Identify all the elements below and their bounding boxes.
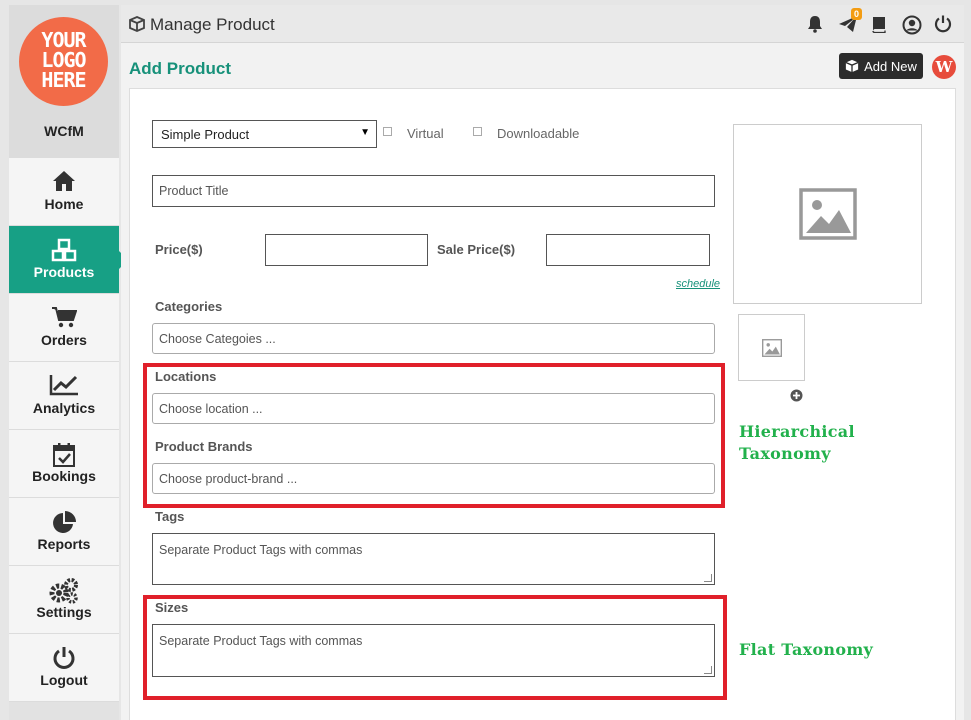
annotation-line: Taxonomy: [739, 444, 831, 463]
sidebar-item-label: Settings: [36, 604, 92, 620]
virtual-checkbox[interactable]: [383, 127, 392, 136]
sale-price-label: Sale Price($): [437, 242, 516, 257]
product-title-input[interactable]: Product Title: [152, 175, 715, 207]
power-icon[interactable]: [934, 15, 954, 35]
book-icon[interactable]: [870, 15, 890, 35]
page-title: Add Product: [129, 59, 231, 78]
sidebar-item-label: Logout: [40, 672, 88, 688]
product-title-placeholder: Product Title: [159, 184, 229, 198]
virtual-label: Virtual: [407, 126, 444, 141]
categories-placeholder: Choose Categoies ...: [159, 331, 276, 346]
sidebar-item-bookings[interactable]: Bookings: [9, 430, 119, 498]
sidebar-item-home[interactable]: Home: [9, 158, 119, 226]
hierarchical-taxonomy-highlight: [143, 363, 725, 508]
sidebar: YOUR LOGO HERE WCfM Home Products Orders…: [9, 5, 128, 720]
categories-select[interactable]: Choose Categoies ...: [152, 323, 715, 354]
flat-taxonomy-highlight: [143, 595, 727, 700]
sidebar-item-logout[interactable]: Logout: [9, 634, 119, 702]
add-gallery-image-icon[interactable]: [790, 389, 803, 402]
chart-line-icon: [9, 362, 119, 400]
paper-plane-icon[interactable]: 0: [838, 8, 862, 35]
sidebar-item-label: Orders: [41, 332, 87, 348]
sale-price-input[interactable]: [546, 234, 710, 266]
cart-icon: [9, 294, 119, 332]
gallery-image-upload[interactable]: [738, 314, 805, 381]
image-placeholder-icon: [798, 188, 857, 240]
store-logo[interactable]: YOUR LOGO HERE: [19, 17, 108, 106]
wordpress-icon[interactable]: W: [932, 55, 956, 79]
sidebar-item-analytics[interactable]: Analytics: [9, 362, 119, 430]
sidebar-item-label: Bookings: [32, 468, 96, 484]
product-type-select[interactable]: Simple Product ▼: [152, 120, 377, 148]
annotation-line: Hierarchical: [739, 422, 855, 441]
top-bar-icons: 0: [806, 8, 954, 35]
product-type-value: Simple Product: [161, 126, 250, 142]
downloadable-label: Downloadable: [497, 126, 580, 141]
power-icon: [9, 634, 119, 672]
sidebar-item-label: Products: [33, 264, 95, 280]
pie-chart-icon: [9, 498, 119, 536]
cube-icon: [845, 59, 859, 73]
hierarchical-taxonomy-annotation: Hierarchical Taxonomy: [739, 421, 855, 465]
logo-line: LOGO: [41, 48, 86, 72]
image-placeholder-icon: [761, 338, 782, 357]
user-circle-icon[interactable]: [902, 15, 922, 35]
sidebar-item-orders[interactable]: Orders: [9, 294, 119, 362]
sidebar-item-settings[interactable]: Settings: [9, 566, 119, 634]
top-bar-title: Manage Product: [150, 15, 275, 34]
featured-image-upload[interactable]: [733, 124, 922, 304]
logo-area: YOUR LOGO HERE WCfM: [9, 5, 119, 158]
store-name: WCfM: [44, 123, 84, 139]
price-label: Price($): [155, 242, 203, 257]
dropdown-arrow-icon: ▼: [360, 127, 370, 138]
tags-placeholder: Separate Product Tags with commas: [159, 543, 363, 557]
categories-label: Categories: [155, 299, 223, 314]
flat-taxonomy-annotation: Flat Taxonomy: [739, 640, 874, 659]
price-input[interactable]: [265, 234, 428, 266]
top-bar: Manage Product 0: [121, 5, 964, 43]
sidebar-item-reports[interactable]: Reports: [9, 498, 119, 566]
add-new-label: Add New: [864, 58, 917, 74]
tags-label: Tags: [155, 509, 185, 524]
logo-line: YOUR: [41, 28, 86, 52]
sidebar-item-label: Reports: [37, 536, 91, 552]
logo-line: HERE: [41, 68, 86, 92]
resize-handle-icon[interactable]: [704, 574, 712, 582]
sidebar-item-products[interactable]: Products: [9, 226, 128, 294]
downloadable-checkbox[interactable]: [473, 127, 482, 136]
notification-badge: 0: [850, 8, 862, 20]
calendar-check-icon: [9, 430, 119, 468]
cubes-icon: [9, 226, 119, 264]
gears-icon: [9, 566, 119, 604]
bell-icon[interactable]: [806, 15, 826, 35]
cube-icon: [129, 16, 145, 37]
schedule-link[interactable]: schedule: [676, 278, 720, 290]
tags-textarea[interactable]: Separate Product Tags with commas: [152, 533, 715, 585]
sidebar-item-label: Analytics: [32, 400, 96, 416]
home-icon: [9, 158, 119, 196]
add-new-button[interactable]: Add New: [839, 53, 923, 79]
sidebar-item-label: Home: [44, 196, 84, 212]
